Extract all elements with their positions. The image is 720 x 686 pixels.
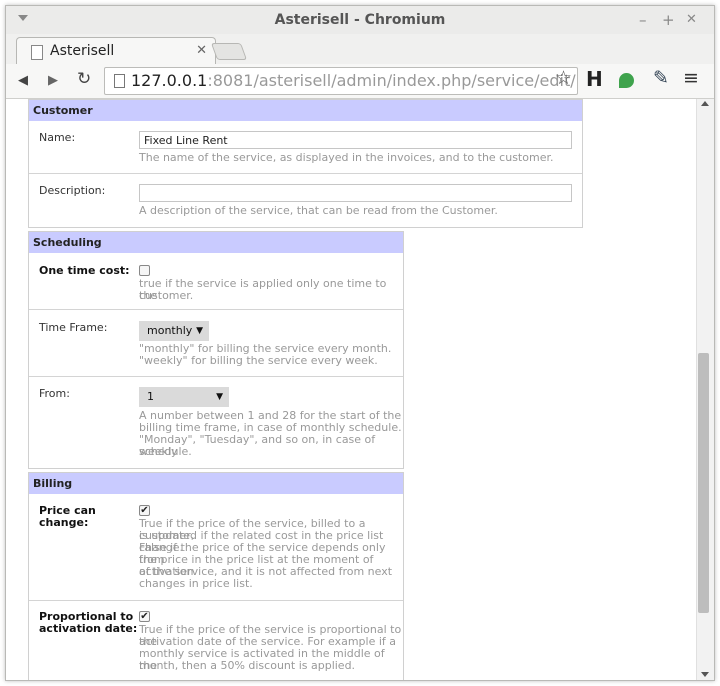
description-label: Description: [39, 184, 106, 197]
price-can-change-label-2: change: [39, 516, 89, 529]
close-window-icon[interactable]: ✕ [686, 12, 697, 27]
customer-header: Customer [29, 100, 582, 121]
price-can-change-row: Price can change: ✔ True if the price of… [29, 494, 403, 600]
name-input[interactable]: Fixed Line Rent [139, 131, 572, 149]
one-time-cost-checkbox[interactable] [139, 265, 150, 276]
description-input[interactable] [139, 184, 572, 202]
proportional-help-4: month, then a 50% discount is applied. [139, 659, 356, 672]
description-row: Description: A description of the servic… [29, 173, 582, 226]
minimize-icon[interactable]: – [639, 11, 647, 29]
window-title: Asterisell - Chromium [274, 12, 446, 28]
price-can-change-checkbox[interactable]: ✔ [139, 505, 150, 516]
vertical-scrollbar[interactable] [696, 99, 714, 680]
scheduling-header: Scheduling [29, 232, 403, 253]
tab-close-icon[interactable]: ✕ [196, 43, 207, 58]
price-help-6: changes in price list. [139, 577, 253, 590]
scrollbar-thumb[interactable] [698, 353, 709, 613]
tab-strip: Asterisell ✕ [6, 34, 714, 65]
name-help: The name of the service, as displayed in… [139, 151, 554, 164]
scroll-down-icon[interactable] [701, 672, 709, 677]
extension-leaf-icon[interactable] [619, 73, 634, 88]
tab-title: Asterisell [50, 43, 115, 59]
billing-header: Billing [29, 473, 403, 494]
customer-section: Customer Name: Fixed Line Rent The name … [28, 99, 583, 228]
one-time-cost-help-2: customer. [139, 289, 194, 302]
title-bar: Asterisell - Chromium – + ✕ [6, 6, 714, 34]
new-tab-button[interactable] [210, 43, 248, 60]
tab-asterisell[interactable]: Asterisell ✕ [16, 37, 216, 65]
billing-section: Billing Price can change: ✔ True if the … [28, 472, 404, 680]
address-bar[interactable]: 127.0.0.1:8081/asterisell/admin/index.ph… [104, 67, 578, 95]
forward-icon[interactable]: ▶ [48, 73, 58, 88]
description-help: A description of the service, that can b… [139, 204, 498, 217]
maximize-icon[interactable]: + [662, 11, 675, 29]
name-row: Name: Fixed Line Rent The name of the se… [29, 121, 582, 173]
url-text: 127.0.0.1:8081/asterisell/admin/index.ph… [131, 71, 578, 90]
time-frame-select[interactable]: monthly ▼ [139, 321, 209, 341]
from-row: From: 1 ▼ A number between 1 and 28 for … [29, 376, 403, 467]
from-select[interactable]: 1 ▼ [139, 387, 229, 407]
chevron-down-icon: ▼ [196, 326, 203, 336]
eyedropper-icon[interactable]: ✎ [653, 67, 669, 89]
browser-toolbar: ◀ ▶ ↻ 127.0.0.1:8081/asterisell/admin/in… [6, 64, 714, 99]
chevron-down-icon: ▼ [216, 392, 223, 402]
proportional-label-2: activation date: [39, 622, 138, 635]
time-frame-value: monthly [147, 324, 193, 337]
proportional-checkbox[interactable]: ✔ [139, 611, 150, 622]
time-frame-help-2: "weekly" for billing the service every w… [139, 354, 378, 367]
from-help-4: schedule. [139, 445, 192, 458]
page-icon [31, 45, 43, 60]
back-icon[interactable]: ◀ [18, 73, 28, 88]
from-value: 1 [147, 390, 154, 403]
time-frame-label: Time Frame: [39, 321, 108, 334]
name-label: Name: [39, 131, 76, 144]
extension-h-icon[interactable]: H [586, 67, 603, 91]
proportional-row: Proportional to activation date: ✔ True … [29, 600, 403, 680]
menu-icon[interactable]: ≡ [683, 67, 699, 89]
scroll-up-icon[interactable] [701, 101, 709, 106]
reload-icon[interactable]: ↻ [77, 69, 91, 89]
page-icon [114, 74, 125, 88]
page-content: Customer Name: Fixed Line Rent The name … [6, 99, 696, 680]
one-time-cost-label: One time cost: [39, 264, 130, 277]
scheduling-section: Scheduling One time cost: true if the se… [28, 231, 404, 469]
bookmark-star-icon[interactable]: ☆ [555, 67, 572, 89]
from-label: From: [39, 387, 70, 400]
one-time-cost-row: One time cost: true if the service is ap… [29, 253, 403, 309]
time-frame-row: Time Frame: monthly ▼ "monthly" for bill… [29, 309, 403, 376]
browser-window: Asterisell - Chromium – + ✕ Asterisell ✕… [5, 5, 715, 681]
